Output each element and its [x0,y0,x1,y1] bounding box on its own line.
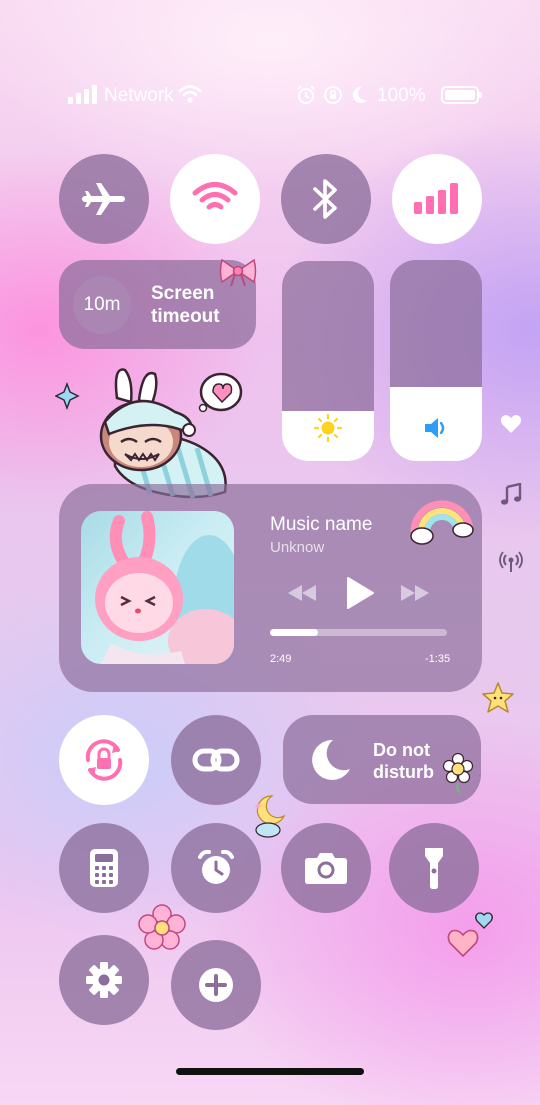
bluetooth-toggle[interactable] [281,154,371,244]
signal-icon [68,84,98,104]
speaker-icon [425,418,445,438]
track-title: Music name [270,514,373,535]
bow-sticker-icon [219,258,257,287]
play-icon[interactable] [345,576,375,610]
wifi-icon [178,85,202,103]
sun-icon [313,413,343,443]
calculator-button[interactable] [59,823,149,913]
playback-progress-fill [270,629,318,636]
moon-cloud-sticker-icon [254,795,286,838]
media-controls [270,574,448,614]
alarm-button[interactable] [171,823,261,913]
mobile-data-toggle[interactable] [392,154,482,244]
flashlight-button[interactable] [389,823,479,913]
moon-icon [312,739,350,780]
add-icon [199,968,233,1002]
rewind-icon[interactable] [287,584,317,602]
rotation-lock-icon [324,86,342,104]
link-icon [192,748,240,772]
rotation-lock-icon [85,739,123,781]
airplane-icon [82,183,125,215]
hearts-sticker-icon [447,912,493,958]
home-indicator[interactable] [176,1068,364,1075]
camera-icon [305,853,347,884]
airplane-mode-toggle[interactable] [59,154,149,244]
rotation-lock-toggle[interactable] [59,715,149,805]
link-toggle[interactable] [171,715,261,805]
signal-bars-icon [414,183,458,214]
moon-icon [352,86,367,103]
alarm-icon [297,85,315,104]
broadcast-icon [497,548,525,576]
heart-icon [497,410,525,438]
status-bar: Network 100% [0,82,540,108]
dnd-label: Do not disturb [373,740,434,782]
add-control-button[interactable] [171,940,261,1030]
music-note-icon [497,480,525,508]
wifi-toggle[interactable] [170,154,260,244]
brightness-slider[interactable] [282,261,374,461]
star-sticker-icon [482,682,514,713]
camera-button[interactable] [281,823,371,913]
wifi-icon [192,182,238,210]
elapsed-time: 2:49 [270,653,292,665]
fast-forward-icon[interactable] [400,584,430,602]
remaining-time: -1:35 [425,653,451,665]
album-art [81,511,234,664]
pink-flower-sticker-icon [138,904,186,950]
playback-progress[interactable] [270,629,447,636]
track-artist: Unknow [270,539,325,556]
bluetooth-icon [313,179,337,219]
network-label: Network [104,85,174,106]
rainbow-sticker-icon [410,500,474,545]
battery-icon [441,86,482,104]
calculator-icon [90,849,118,887]
settings-button[interactable] [59,935,149,1025]
volume-slider[interactable] [390,260,482,461]
settings-icon [86,962,122,998]
flashlight-icon [425,848,443,889]
timeout-label: Screen timeout [151,283,220,327]
timeout-value: 10m [73,276,131,334]
alarm-clock-icon [198,849,234,884]
daisy-sticker-icon [442,753,474,793]
battery-percent: 100% [377,85,426,106]
